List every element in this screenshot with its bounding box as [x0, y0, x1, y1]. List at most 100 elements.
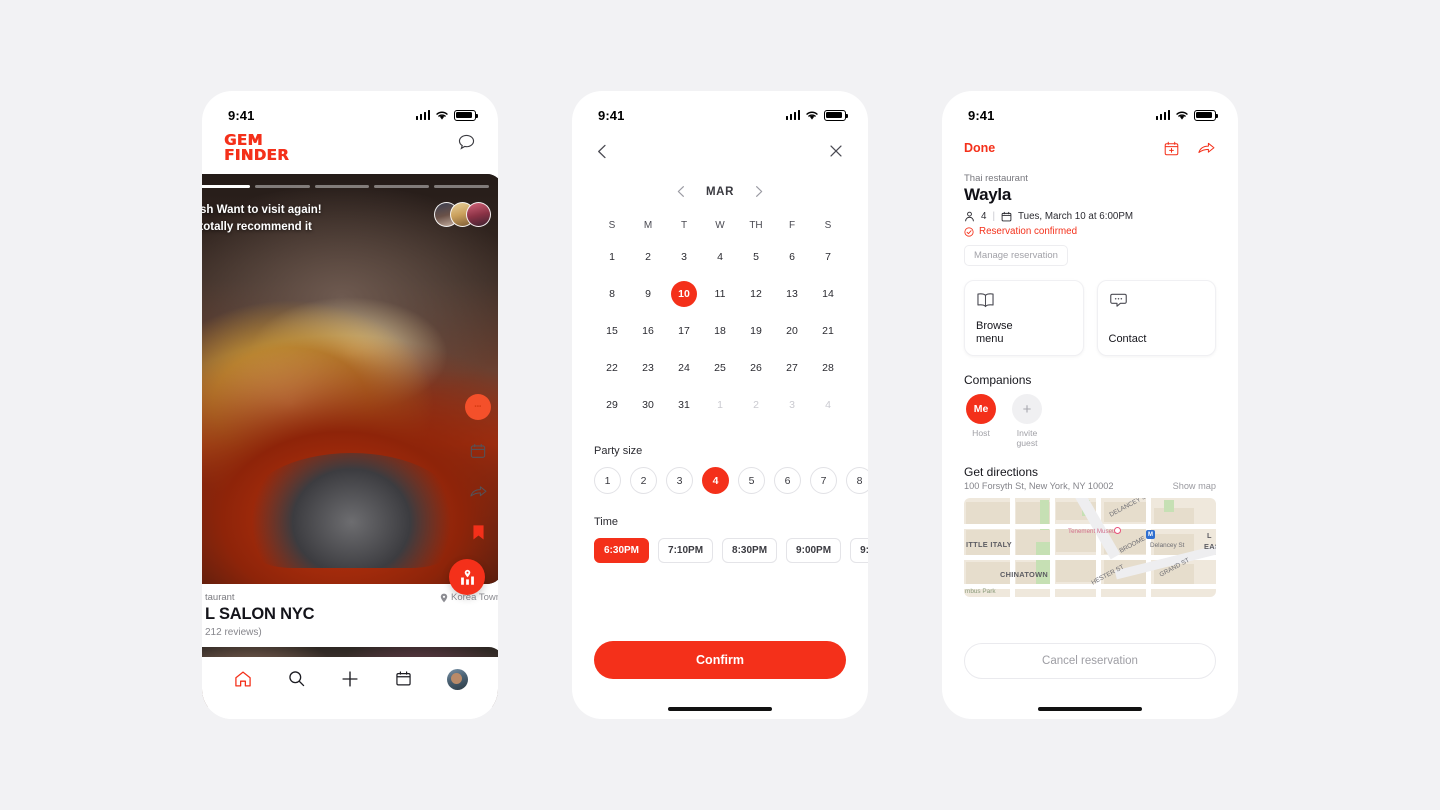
calendar-day[interactable]: 26	[738, 349, 774, 386]
caption-line-1: osh Want to visit again!	[202, 204, 322, 216]
calendar-day[interactable]: 30	[630, 386, 666, 423]
calendar-day[interactable]: 6	[774, 238, 810, 275]
calendar-day[interactable]: 2	[630, 238, 666, 275]
calendar-day[interactable]: 16	[630, 312, 666, 349]
calendar-day[interactable]: 12	[738, 275, 774, 312]
bookmark-icon[interactable]	[471, 523, 486, 542]
companion-me[interactable]: Me Host	[964, 394, 998, 448]
tab-search[interactable]	[282, 669, 312, 688]
directions-title: Get directions	[964, 465, 1039, 479]
party-size-option[interactable]: 3	[666, 467, 693, 494]
companion-role: Host	[972, 428, 990, 438]
calendar-day[interactable]: 1	[594, 238, 630, 275]
tab-calendar[interactable]	[389, 669, 419, 688]
status-time: 9:41	[228, 107, 255, 123]
calendar-day[interactable]: 25	[702, 349, 738, 386]
chevron-right-icon[interactable]	[752, 185, 765, 198]
tab-create[interactable]	[335, 669, 365, 689]
party-size-option[interactable]: 8	[846, 467, 868, 494]
party-size-options[interactable]: 1 2 3 4 5 6 7 8	[572, 457, 868, 494]
month-navigator: MAR	[572, 185, 868, 198]
calendar-day[interactable]: 19	[738, 312, 774, 349]
battery-icon	[1194, 109, 1219, 121]
subway-station-icon: M	[1146, 530, 1155, 539]
calendar-day[interactable]: 24	[666, 349, 702, 386]
tab-profile[interactable]	[442, 669, 472, 690]
calendar-icon[interactable]	[469, 442, 487, 460]
time-options[interactable]: 6:30PM 7:10PM 8:30PM 9:00PM 9:10PM	[572, 528, 868, 563]
share-icon[interactable]	[1197, 139, 1216, 157]
calendar-week: 15 16 17 18 19 20 21	[594, 312, 846, 349]
calendar-day[interactable]: 5	[738, 238, 774, 275]
calendar-day[interactable]: 7	[810, 238, 846, 275]
time-option-selected[interactable]: 6:30PM	[594, 538, 650, 563]
map-fab-button[interactable]	[449, 559, 485, 595]
calendar-day-next-month[interactable]: 1	[702, 386, 738, 423]
map-canvas: ITTLE ITALY CHINATOWN mbus Park Tenement…	[964, 498, 1216, 597]
party-size-option[interactable]: 2	[630, 467, 657, 494]
calendar-day-selected[interactable]: 10	[666, 275, 702, 312]
story-card[interactable]: osh Want to visit again! l totally recom…	[202, 174, 498, 584]
calendar-day[interactable]: 31	[666, 386, 702, 423]
tab-home[interactable]	[228, 669, 258, 689]
calendar-day[interactable]: 22	[594, 349, 630, 386]
calendar-day-next-month[interactable]: 4	[810, 386, 846, 423]
party-size-option[interactable]: 1	[594, 467, 621, 494]
cancel-reservation-button[interactable]: Cancel reservation	[964, 643, 1216, 679]
card-label: Contact	[1109, 333, 1147, 346]
close-icon[interactable]	[828, 143, 844, 159]
calendar-day[interactable]: 13	[774, 275, 810, 312]
place-kind: taurant	[205, 592, 235, 603]
time-option[interactable]: 8:30PM	[722, 538, 778, 563]
calendar-day[interactable]: 17	[666, 312, 702, 349]
calendar-day[interactable]: 23	[630, 349, 666, 386]
place-meta-row: taurant Korea Town	[202, 592, 498, 603]
party-size-option[interactable]: 5	[738, 467, 765, 494]
invite-guest-button[interactable]: + Invite guest	[1010, 394, 1044, 448]
reaction-button[interactable]: •••	[465, 394, 491, 420]
party-size-section: Party size 1 2 3 4 5 6 7 8	[572, 445, 868, 494]
calendar-day-next-month[interactable]: 3	[774, 386, 810, 423]
calendar-day[interactable]: 15	[594, 312, 630, 349]
avatar-stack[interactable]	[434, 202, 491, 227]
calendar-day[interactable]: 9	[630, 275, 666, 312]
time-label: Time	[594, 516, 619, 528]
done-button[interactable]: Done	[964, 141, 995, 155]
time-option[interactable]: 9:10PM	[850, 538, 868, 563]
party-size-option[interactable]: 6	[774, 467, 801, 494]
calendar-day[interactable]: 8	[594, 275, 630, 312]
calendar-grid: S M T W TH F S 1 2 3 4 5 6 7 8 9 10 11 1…	[572, 198, 868, 423]
calendar-day-next-month[interactable]: 2	[738, 386, 774, 423]
calendar-day[interactable]: 4	[702, 238, 738, 275]
avatar	[466, 202, 491, 227]
chevron-left-icon[interactable]	[675, 185, 688, 198]
manage-reservation-button[interactable]: Manage reservation	[964, 245, 1068, 266]
calendar-day[interactable]: 18	[702, 312, 738, 349]
browse-menu-card[interactable]: Browse menu	[964, 280, 1084, 356]
time-option[interactable]: 7:10PM	[658, 538, 714, 563]
calendar-week: 22 23 24 25 26 27 28	[594, 349, 846, 386]
calendar-dow-row: S M T W TH F S	[594, 212, 846, 238]
share-icon[interactable]	[469, 482, 488, 501]
calendar-day[interactable]: 21	[810, 312, 846, 349]
confirm-button[interactable]: Confirm	[594, 641, 846, 679]
map-preview[interactable]: ITTLE ITALY CHINATOWN mbus Park Tenement…	[964, 498, 1216, 597]
calendar-day[interactable]: 28	[810, 349, 846, 386]
map-label-chinatown: CHINATOWN	[1000, 570, 1048, 579]
calendar-day[interactable]: 27	[774, 349, 810, 386]
chevron-left-icon[interactable]	[594, 143, 611, 160]
calendar-day[interactable]: 20	[774, 312, 810, 349]
calendar-day[interactable]: 29	[594, 386, 630, 423]
calendar-day[interactable]: 14	[810, 275, 846, 312]
calendar-day[interactable]: 3	[666, 238, 702, 275]
time-option[interactable]: 9:00PM	[786, 538, 842, 563]
party-size-option[interactable]: 7	[810, 467, 837, 494]
calendar-day[interactable]: 11	[702, 275, 738, 312]
chat-bubble-icon[interactable]	[457, 133, 476, 152]
show-map-link[interactable]: Show map	[1173, 481, 1216, 491]
contact-card[interactable]: Contact	[1096, 280, 1216, 356]
check-circle-icon	[964, 226, 974, 237]
battery-icon	[454, 109, 479, 121]
party-size-option-selected[interactable]: 4	[702, 467, 729, 494]
add-to-calendar-icon[interactable]	[1163, 140, 1180, 157]
